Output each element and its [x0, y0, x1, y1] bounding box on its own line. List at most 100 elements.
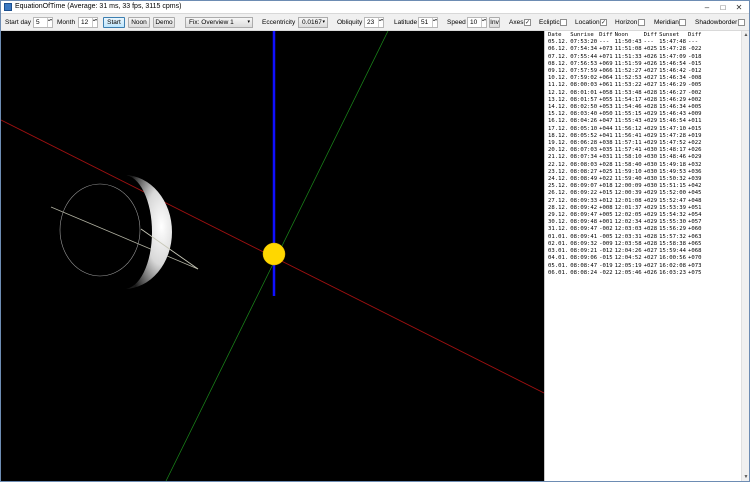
cell-sunset: 15:58:38: [659, 240, 687, 247]
cell-sunset-diff: -005: [688, 82, 702, 89]
table-row[interactable]: 07.12. 07:55:44 +071 11:51:33 +026 15:47:09 -0…: [548, 54, 704, 61]
cell-noon: 11:56:41: [614, 132, 642, 139]
start-button[interactable]: Start: [103, 17, 125, 28]
3d-scene-viewport[interactable]: [1, 31, 544, 481]
table-row[interactable]: 11.12. 08:00:03 +061 11:53:22 +027 15:46:29 -0…: [548, 82, 704, 89]
table-row[interactable]: 24.12. 08:08:49 +022 11:59:40 +030 15:50:32 +0…: [548, 176, 704, 183]
cell-noon-diff: +028: [643, 96, 658, 103]
table-row[interactable]: 19.12. 08:06:28 +038 11:57:11 +029 15:47:52 +0…: [548, 140, 704, 147]
spinner-arrows-icon[interactable]: ▴▾: [481, 18, 486, 27]
cell-sunrise-diff: -005: [599, 233, 613, 240]
cell-date: 11.12.: [548, 82, 569, 89]
cell-sunrise: 08:06:28: [570, 140, 598, 147]
cell-sunset-diff: +075: [688, 269, 702, 276]
month-spinner[interactable]: 12 ▴▾: [78, 17, 98, 28]
minimize-icon[interactable]: –: [699, 1, 715, 13]
cell-sunrise-diff: +061: [599, 82, 613, 89]
maximize-icon[interactable]: □: [715, 1, 731, 13]
table-row[interactable]: 12.12. 08:01:01 +058 11:53:48 +028 15:46:27 -0…: [548, 90, 704, 97]
speed-spinner[interactable]: 10 ▴▾: [467, 17, 487, 28]
invert-button[interactable]: Inv: [489, 17, 500, 28]
cell-sunrise: 07:54:34: [570, 46, 598, 53]
table-row[interactable]: 30.12. 08:09:48 +001 12:02:34 +029 15:55:30 +0…: [548, 219, 704, 226]
table-row[interactable]: 01.01. 08:09:41 -005 12:03:31 +028 15:57:32 +0…: [548, 234, 704, 241]
cell-noon: 11:51:33: [614, 53, 642, 60]
sun-sphere: [262, 242, 286, 266]
cell-date: 01.01.: [548, 233, 569, 240]
spinner-arrows-icon[interactable]: ▴▾: [378, 18, 383, 27]
table-row[interactable]: 10.12. 07:59:02 +064 11:52:53 +027 15:46:34 -0…: [548, 75, 704, 82]
table-row[interactable]: 15.12. 08:03:40 +050 11:55:15 +029 15:46:43 +0…: [548, 111, 704, 118]
cell-sunrise: 07:53:20: [570, 39, 598, 46]
start-day-spinner[interactable]: 5 ▴▾: [33, 17, 53, 28]
table-row[interactable]: 23.12. 08:08:27 +025 11:59:10 +030 15:49:53 +0…: [548, 169, 704, 176]
table-row[interactable]: 17.12. 08:05:10 +044 11:56:12 +029 15:47:10 +0…: [548, 126, 704, 133]
table-row[interactable]: 05.12. 07:53:20 --- 11:50:43 --- 15:47:48 ---: [548, 39, 704, 46]
table-row[interactable]: 09.12. 07:57:59 +066 11:52:27 +027 15:46:42 -0…: [548, 68, 704, 75]
scroll-down-icon[interactable]: ▼: [742, 473, 750, 481]
scroll-up-icon[interactable]: ▲: [742, 31, 750, 39]
cell-noon: 12:02:34: [614, 219, 642, 226]
cell-sunrise-diff: +005: [599, 212, 613, 219]
cell-noon: 12:04:52: [614, 255, 642, 262]
eccentricity-dropdown[interactable]: 0.0167 ▾: [298, 17, 328, 28]
table-row[interactable]: 22.12. 08:08:03 +028 11:58:40 +030 15:49:18 +0…: [548, 162, 704, 169]
cell-noon: 12:03:58: [614, 240, 642, 247]
meridian-label: Meridian: [654, 19, 679, 26]
cell-sunrise-diff: +031: [599, 154, 613, 161]
meridian-checkbox[interactable]: [679, 19, 686, 26]
title-bar[interactable]: EquationOfTime (Average: 31 ms, 33 fps, …: [1, 1, 749, 14]
table-row[interactable]: 20.12. 08:07:03 +035 11:57:41 +030 15:48:17 +0…: [548, 147, 704, 154]
cell-noon-diff: +029: [643, 212, 658, 219]
axes-checkbox[interactable]: ✓: [524, 19, 531, 26]
table-row[interactable]: 06.12. 07:54:34 +073 11:51:08 +025 15:47:28 -0…: [548, 46, 704, 53]
table-row[interactable]: 28.12. 08:09:42 +008 12:01:37 +029 15:53:39 +0…: [548, 205, 704, 212]
table-row[interactable]: 03.01. 08:09:21 -012 12:04:26 +027 15:59:44 +0…: [548, 248, 704, 255]
table-row[interactable]: 21.12. 08:07:34 +031 11:58:10 +030 15:48:46 +0…: [548, 154, 704, 161]
close-icon[interactable]: ✕: [731, 1, 747, 13]
fix-view-dropdown[interactable]: Fix: Overview 1 ▾: [185, 17, 253, 28]
spinner-arrows-icon[interactable]: ▴▾: [47, 18, 52, 27]
eccentricity-label: Eccentricity: [262, 19, 296, 26]
spinner-arrows-icon[interactable]: ▴▾: [92, 18, 97, 27]
cell-sunrise-diff: +038: [599, 140, 613, 147]
table-row[interactable]: 16.12. 08:04:26 +047 11:55:43 +029 15:46:54 +0…: [548, 118, 704, 125]
table-row[interactable]: 04.01. 08:09:06 -015 12:04:52 +027 16:00:56 +0…: [548, 255, 704, 262]
cell-noon-diff: +027: [643, 68, 658, 75]
cell-noon-diff: +028: [643, 233, 658, 240]
cell-sunset-diff: +002: [688, 96, 702, 103]
noon-button[interactable]: Noon: [128, 17, 150, 28]
horizon-checkbox[interactable]: [638, 19, 645, 26]
table-row[interactable]: 18.12. 08:05:52 +041 11:56:41 +029 15:47:28 +0…: [548, 133, 704, 140]
ecliptic-checkbox[interactable]: [560, 19, 567, 26]
table-row[interactable]: 06.01. 08:08:24 -022 12:05:46 +026 16:03:23 +0…: [548, 270, 704, 277]
obliquity-spinner[interactable]: 23 ▴▾: [364, 17, 384, 28]
vertical-scrollbar[interactable]: ▲ ▼: [741, 31, 749, 481]
spinner-arrows-icon[interactable]: ▴▾: [432, 18, 437, 27]
cell-sunset: 15:47:28: [659, 132, 687, 139]
latitude-label: Latitude: [394, 19, 418, 26]
table-row[interactable]: 27.12. 08:09:33 +012 12:01:08 +029 15:52:47 +0…: [548, 198, 704, 205]
table-row[interactable]: 25.12. 08:09:07 +018 12:00:09 +030 15:51:15 +0…: [548, 183, 704, 190]
sun-times-table-panel[interactable]: Date Sunrise Diff Noon Diff Sunset Diff 05.12.…: [544, 31, 741, 481]
cell-noon-diff: +027: [643, 248, 658, 255]
cell-noon-diff: +029: [643, 140, 658, 147]
table-row[interactable]: 31.12. 08:09:47 -002 12:03:03 +028 15:56:29 +0…: [548, 226, 704, 233]
table-row[interactable]: 29.12. 08:09:47 +005 12:02:05 +029 15:54:32 +0…: [548, 212, 704, 219]
shadowborder-checkbox[interactable]: [738, 19, 745, 26]
table-row[interactable]: 08.12. 07:56:53 +069 11:51:59 +026 15:46:54 -0…: [548, 61, 704, 68]
location-checkbox[interactable]: ✓: [600, 19, 607, 26]
app-icon: [4, 3, 12, 11]
table-row[interactable]: 05.01. 08:08:47 -019 12:05:19 +027 16:02:08 +0…: [548, 263, 704, 270]
table-row[interactable]: 02.01. 08:09:32 -009 12:03:58 +028 15:58:38 +0…: [548, 241, 704, 248]
cell-noon: 11:52:53: [614, 75, 642, 82]
demo-button[interactable]: Demo: [153, 17, 175, 28]
cell-sunrise: 08:09:33: [570, 197, 598, 204]
cell-sunrise: 07:59:02: [570, 75, 598, 82]
table-row[interactable]: 26.12. 08:09:22 +015 12:00:39 +029 15:52:00 +0…: [548, 190, 704, 197]
cell-sunrise-diff: +015: [599, 190, 613, 197]
latitude-spinner[interactable]: 51 ▴▾: [418, 17, 438, 28]
table-row[interactable]: 13.12. 08:01:57 +055 11:54:17 +028 15:46:29 +0…: [548, 97, 704, 104]
cell-noon-diff: ---: [643, 39, 654, 46]
table-row[interactable]: 14.12. 08:02:50 +053 11:54:46 +028 15:46:34 +0…: [548, 104, 704, 111]
